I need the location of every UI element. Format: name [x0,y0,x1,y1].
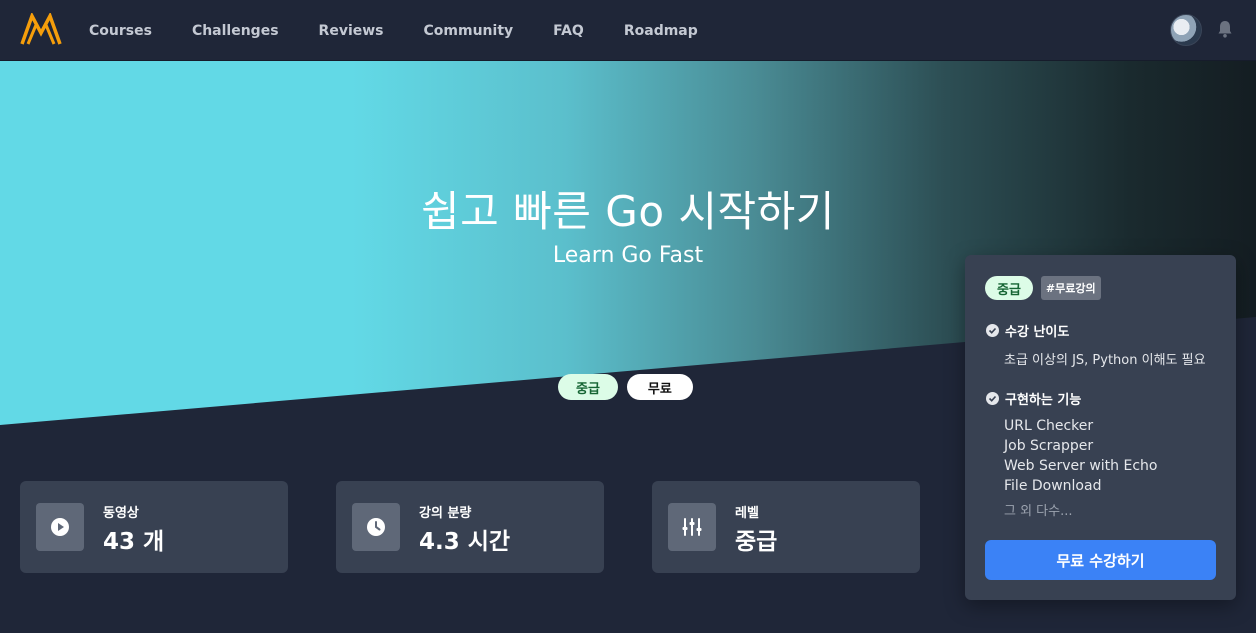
course-title: 쉽고 빠른 Go 시작하기 [421,187,835,236]
hashtag-badge: #무료강의 [1040,276,1101,300]
stat-card-duration: 강의 분량 4.3 시간 [336,481,604,573]
difficulty-heading: 수강 난이도 [986,321,1069,340]
stat-label: 동영상 [103,506,139,521]
stat-card-videos: 동영상 43 개 [20,481,288,573]
check-circle-icon [986,392,999,405]
bell-icon[interactable] [1217,20,1233,38]
check-circle-icon [986,324,999,337]
nav-link-community[interactable]: Community [424,23,514,39]
hero-tags: 중급 무료 [558,374,693,400]
difficulty-heading-text: 수강 난이도 [1005,325,1070,340]
nav-link-challenges[interactable]: Challenges [192,23,279,39]
top-navbar: Courses Challenges Reviews Community FAQ… [0,0,1256,61]
features-heading: 구현하는 기능 [986,389,1081,408]
feature-item: URL Checker [1004,418,1094,434]
stat-value: 43 개 [103,529,165,555]
clock-icon [352,503,400,551]
feature-item: Job Scrapper [1004,438,1094,454]
stat-value: 4.3 시간 [419,529,511,555]
user-avatar[interactable] [1170,14,1202,46]
sliders-icon [668,503,716,551]
difficulty-text: 초급 이상의 JS, Python 이해도 필요 [1004,353,1206,368]
stat-card-level: 레벨 중급 [652,481,920,573]
nav-link-courses[interactable]: Courses [89,23,152,39]
stat-label: 강의 분량 [419,506,472,521]
features-heading-text: 구현하는 기능 [1005,393,1082,408]
nav-link-reviews[interactable]: Reviews [319,23,384,39]
feature-item: Web Server with Echo [1004,458,1158,474]
stat-label: 레벨 [735,506,759,521]
enroll-free-button[interactable]: 무료 수강하기 [985,540,1216,580]
feature-item: File Download [1004,478,1102,494]
price-badge: 무료 [626,374,693,400]
nav-link-faq[interactable]: FAQ [553,23,584,39]
enroll-card: 중급 #무료강의 수강 난이도 초급 이상의 JS, Python 이해도 필요… [965,255,1236,600]
level-badge: 중급 [985,276,1033,300]
features-list: URL Checker Job Scrapper Web Server with… [1004,416,1157,496]
nav-links: Courses Challenges Reviews Community FAQ… [89,0,738,61]
nav-link-roadmap[interactable]: Roadmap [624,23,698,39]
nomad-logo-icon[interactable] [20,13,62,46]
more-features-text: 그 외 다수... [1004,504,1073,519]
play-icon [36,503,84,551]
level-badge: 중급 [558,374,618,400]
stat-value: 중급 [735,529,778,555]
card-tags: 중급 #무료강의 [985,276,1101,300]
